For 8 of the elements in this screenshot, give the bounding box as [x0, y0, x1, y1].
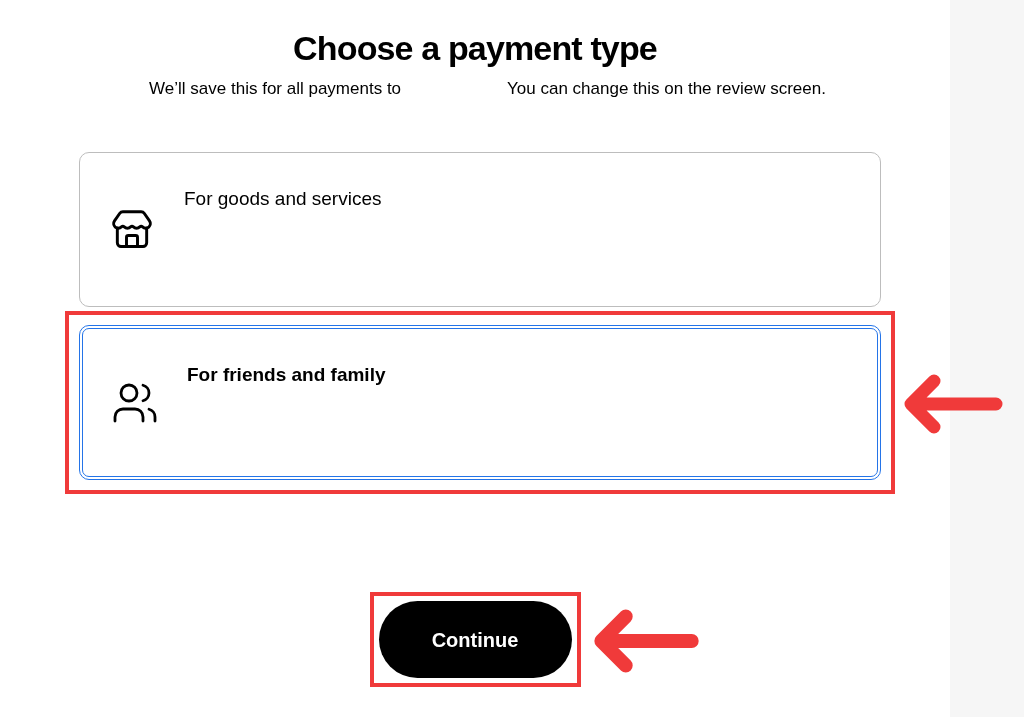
payment-option[interactable]: For friends and family	[79, 325, 881, 480]
payment-option[interactable]: For goods and services	[79, 152, 881, 307]
subtitle-text: We’ll save this for all payments to	[149, 78, 402, 100]
subtitle-text: You can change this on the review screen.	[507, 78, 826, 100]
page-title: Choose a payment type	[293, 28, 657, 68]
option-label: For friends and family	[187, 364, 386, 385]
continue-button[interactable]: Continue	[378, 601, 572, 678]
option-label: For goods and services	[184, 188, 382, 209]
